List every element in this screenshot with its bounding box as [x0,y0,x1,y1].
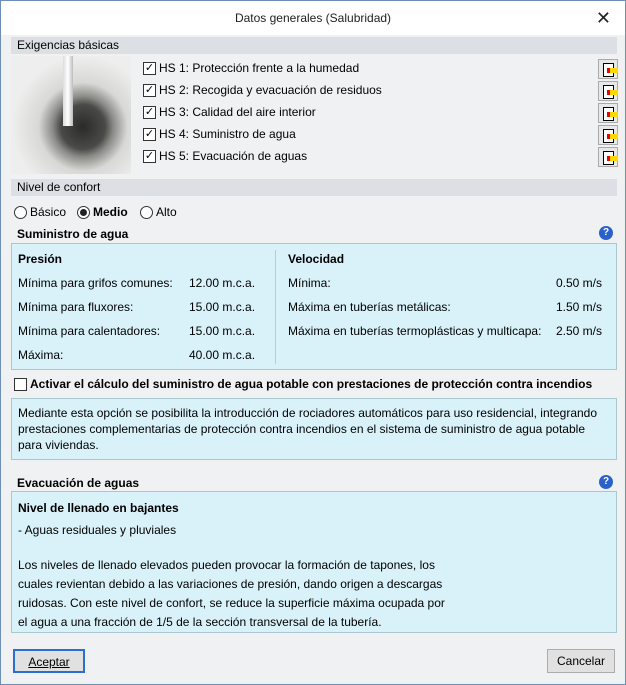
presion-label: Máxima: [18,348,64,362]
presion-value: 12.00 m.c.a. [189,276,256,290]
report-icon[interactable] [598,103,618,123]
dialog-window: Datos generales (Salubridad) ✕ Exigencia… [0,0,626,685]
checkbox-label: HS 4: Suministro de agua [159,127,296,141]
velocidad-title: Velocidad [288,252,345,266]
radio-label: Alto [156,205,177,219]
velocidad-label: Máxima en tuberías termoplásticas y mult… [288,324,542,338]
checkbox-label: HS 1: Protección frente a la humedad [159,61,360,75]
help-icon[interactable]: ? [599,226,613,240]
checkbox-box[interactable]: ✓ [143,127,156,141]
section-header-exigencias: Exigencias básicas [11,37,617,54]
radio-circle[interactable] [77,205,90,219]
radio-circle[interactable] [140,205,153,219]
velocidad-value: 2.50 m/s [555,324,602,338]
info-text: Mediante esta opción se posibilita la in… [18,406,598,452]
velocidad-value: 1.50 m/s [555,300,602,314]
velocidad-label: Máxima en tuberías metálicas: [288,300,451,314]
velocidad-label: Mínima: [288,276,331,290]
radio-circle[interactable] [14,205,27,219]
radio-label: Básico [30,205,67,219]
report-icon[interactable] [598,125,618,145]
drain-image [11,56,131,174]
radio-label: Medio [93,205,128,219]
presion-label: Mínima para grifos comunes: [18,276,173,290]
accept-button[interactable]: Aceptar [13,649,85,673]
window-title: Datos generales (Salubridad) [234,11,392,25]
close-icon[interactable]: ✕ [596,1,611,35]
checkbox-hs1[interactable]: ✓ HS 1: Protección frente a la humedad [143,61,359,75]
presion-value: 40.00 m.c.a. [189,348,256,362]
report-icon[interactable] [598,147,618,167]
evacuacion-subtitle: Nivel de llenado en bajantes [18,501,179,515]
presion-title: Presión [18,252,63,266]
radio-medio[interactable]: Medio [77,205,128,219]
section-header-confort: Nivel de confort [11,179,617,196]
help-icon[interactable]: ? [599,475,613,489]
title-bar: Datos generales (Salubridad) ✕ [1,1,625,35]
checkbox-box[interactable]: ✓ [143,105,156,119]
velocidad-value: 0.50 m/s [555,276,602,290]
presion-value: 15.00 m.c.a. [189,324,256,338]
radio-alto[interactable]: Alto [140,205,177,219]
button-label: Aceptar [28,655,70,669]
report-icon[interactable] [598,59,618,79]
checkbox-box[interactable]: ✓ [143,83,156,97]
checkbox-hs4[interactable]: ✓ HS 4: Suministro de agua [143,127,296,141]
evacuacion-text: Los niveles de llenado elevados pueden p… [18,558,445,629]
checkbox-box[interactable]: ✓ [143,149,156,163]
checkbox-label: HS 2: Recogida y evacuación de residuos [159,83,382,97]
radio-basico[interactable]: Básico [14,205,66,219]
checkbox-label: HS 3: Calidad del aire interior [159,105,316,119]
incendios-info: Mediante esta opción se posibilita la in… [11,398,617,460]
checkbox-hs2[interactable]: ✓ HS 2: Recogida y evacuación de residuos [143,83,382,97]
checkbox-incendios[interactable]: Activar el cálculo del suministro de agu… [14,377,592,391]
checkbox-hs5[interactable]: ✓ HS 5: Evacuación de aguas [143,149,307,163]
cancel-button[interactable]: Cancelar [547,649,615,673]
evacuacion-panel: Nivel de llenado en bajantes - Aguas res… [11,491,617,633]
checkbox-box[interactable]: ✓ [143,61,156,75]
suministro-title: Suministro de agua [17,227,129,241]
checkbox-label: HS 5: Evacuación de aguas [159,149,308,163]
evacuacion-title: Evacuación de aguas [17,476,140,490]
checkbox-box[interactable] [14,377,27,391]
checkbox-label: Activar el cálculo del suministro de agu… [30,377,593,391]
presion-label: Mínima para fluxores: [18,300,134,314]
presion-value: 15.00 m.c.a. [189,300,256,314]
checkbox-hs3[interactable]: ✓ HS 3: Calidad del aire interior [143,105,316,119]
presion-label: Mínima para calentadores: [18,324,161,338]
suministro-panel: Presión Mínima para grifos comunes: 12.0… [11,243,617,370]
report-icon[interactable] [598,81,618,101]
evacuacion-type: - Aguas residuales y pluviales [18,523,177,537]
